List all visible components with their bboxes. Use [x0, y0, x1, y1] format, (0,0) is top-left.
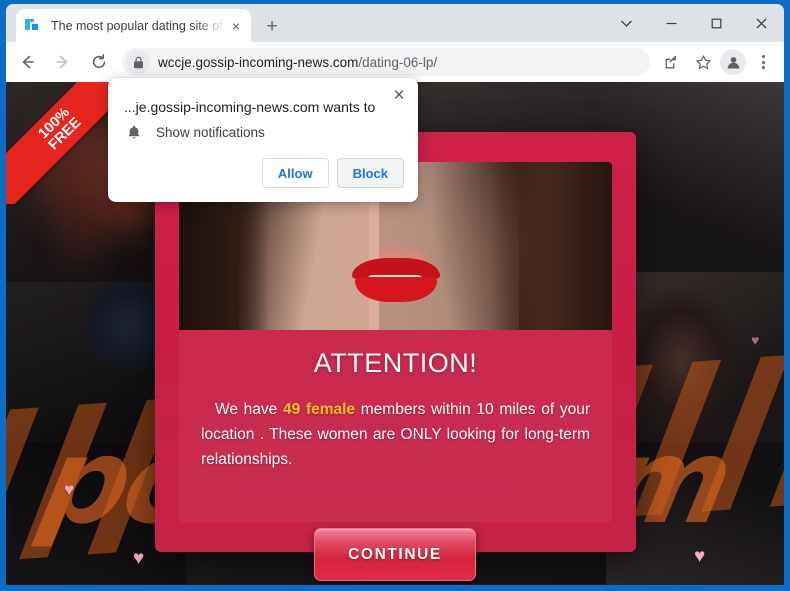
star-icon [695, 54, 711, 69]
heart-icon: ♥ [751, 332, 760, 348]
back-arrow-icon [22, 55, 34, 69]
dialog-actions: Allow Block [261, 158, 404, 188]
heart-icon: ♥ [133, 548, 145, 569]
chevron-down-icon [621, 20, 632, 27]
bokeh-blob [66, 232, 94, 260]
lock-icon [133, 56, 143, 68]
share-button[interactable] [656, 47, 686, 77]
close-icon [756, 18, 767, 28]
url-path: /dating-06-lp/ [358, 54, 438, 70]
heart-icon: ♥ [694, 546, 706, 567]
heart-icon: ♥ [64, 480, 75, 499]
share-icon [665, 55, 676, 68]
maximize-icon [711, 18, 722, 28]
browser-tab[interactable]: The most popular dating site of t × [16, 9, 251, 42]
allow-button[interactable]: Allow [261, 158, 329, 188]
url-host: wccje.gossip-incoming-news.com [158, 54, 359, 70]
continue-button-label: CONTINUE [348, 545, 442, 563]
profile-button[interactable] [720, 49, 746, 75]
bookmark-button[interactable] [688, 47, 718, 77]
minimize-button[interactable] [649, 4, 694, 42]
maximize-button[interactable] [694, 4, 739, 42]
site-info-button[interactable] [126, 50, 150, 74]
offer-text-prefix: We have [215, 401, 283, 418]
dialog-title: ...je.gossip-incoming-news.com wants to [124, 99, 376, 115]
forward-button[interactable] [48, 47, 78, 77]
offer-body-text: We have 49 female members within 10 mile… [201, 397, 590, 472]
back-button[interactable] [12, 47, 42, 77]
offer-card-inner: ATTENTION! We have 49 female members wit… [179, 162, 612, 522]
block-button[interactable]: Block [336, 158, 404, 188]
window-controls [604, 4, 784, 42]
notification-permission-dialog: ✕ ...je.gossip-incoming-news.com wants t… [108, 78, 418, 202]
reload-button[interactable] [84, 47, 114, 77]
url-text: wccje.gossip-incoming-news.com/dating-06… [158, 55, 437, 70]
profile-avatar-icon [727, 56, 739, 68]
tab-strip: The most popular dating site of t × + [6, 4, 784, 42]
permission-row: Show notifications [126, 124, 265, 141]
browser-menu-button[interactable] [750, 47, 776, 77]
tab-search-icon[interactable] [604, 4, 649, 42]
tab-title: The most popular dating site of t [51, 18, 227, 33]
offer-card-body: ATTENTION! We have 49 female members wit… [179, 330, 612, 522]
bell-icon [128, 125, 140, 139]
tab-favicon-icon [25, 17, 42, 34]
forward-arrow-icon [56, 55, 68, 69]
browser-toolbar: wccje.gossip-incoming-news.com/dating-06… [6, 42, 784, 82]
tab-close-icon[interactable]: × [227, 17, 245, 35]
permission-label: Show notifications [156, 125, 265, 140]
browser-window: The most popular dating site of t × + wc… [0, 0, 790, 591]
offer-text-highlight: 49 female [283, 401, 356, 418]
red-lips-graphic [351, 258, 440, 302]
close-window-button[interactable] [739, 4, 784, 42]
continue-button[interactable]: CONTINUE [314, 528, 476, 581]
reload-icon [92, 54, 106, 69]
minimize-icon [666, 22, 677, 24]
address-bar[interactable]: wccje.gossip-incoming-news.com/dating-06… [122, 48, 650, 76]
offer-heading: ATTENTION! [313, 348, 478, 378]
new-tab-button[interactable]: + [259, 14, 285, 40]
